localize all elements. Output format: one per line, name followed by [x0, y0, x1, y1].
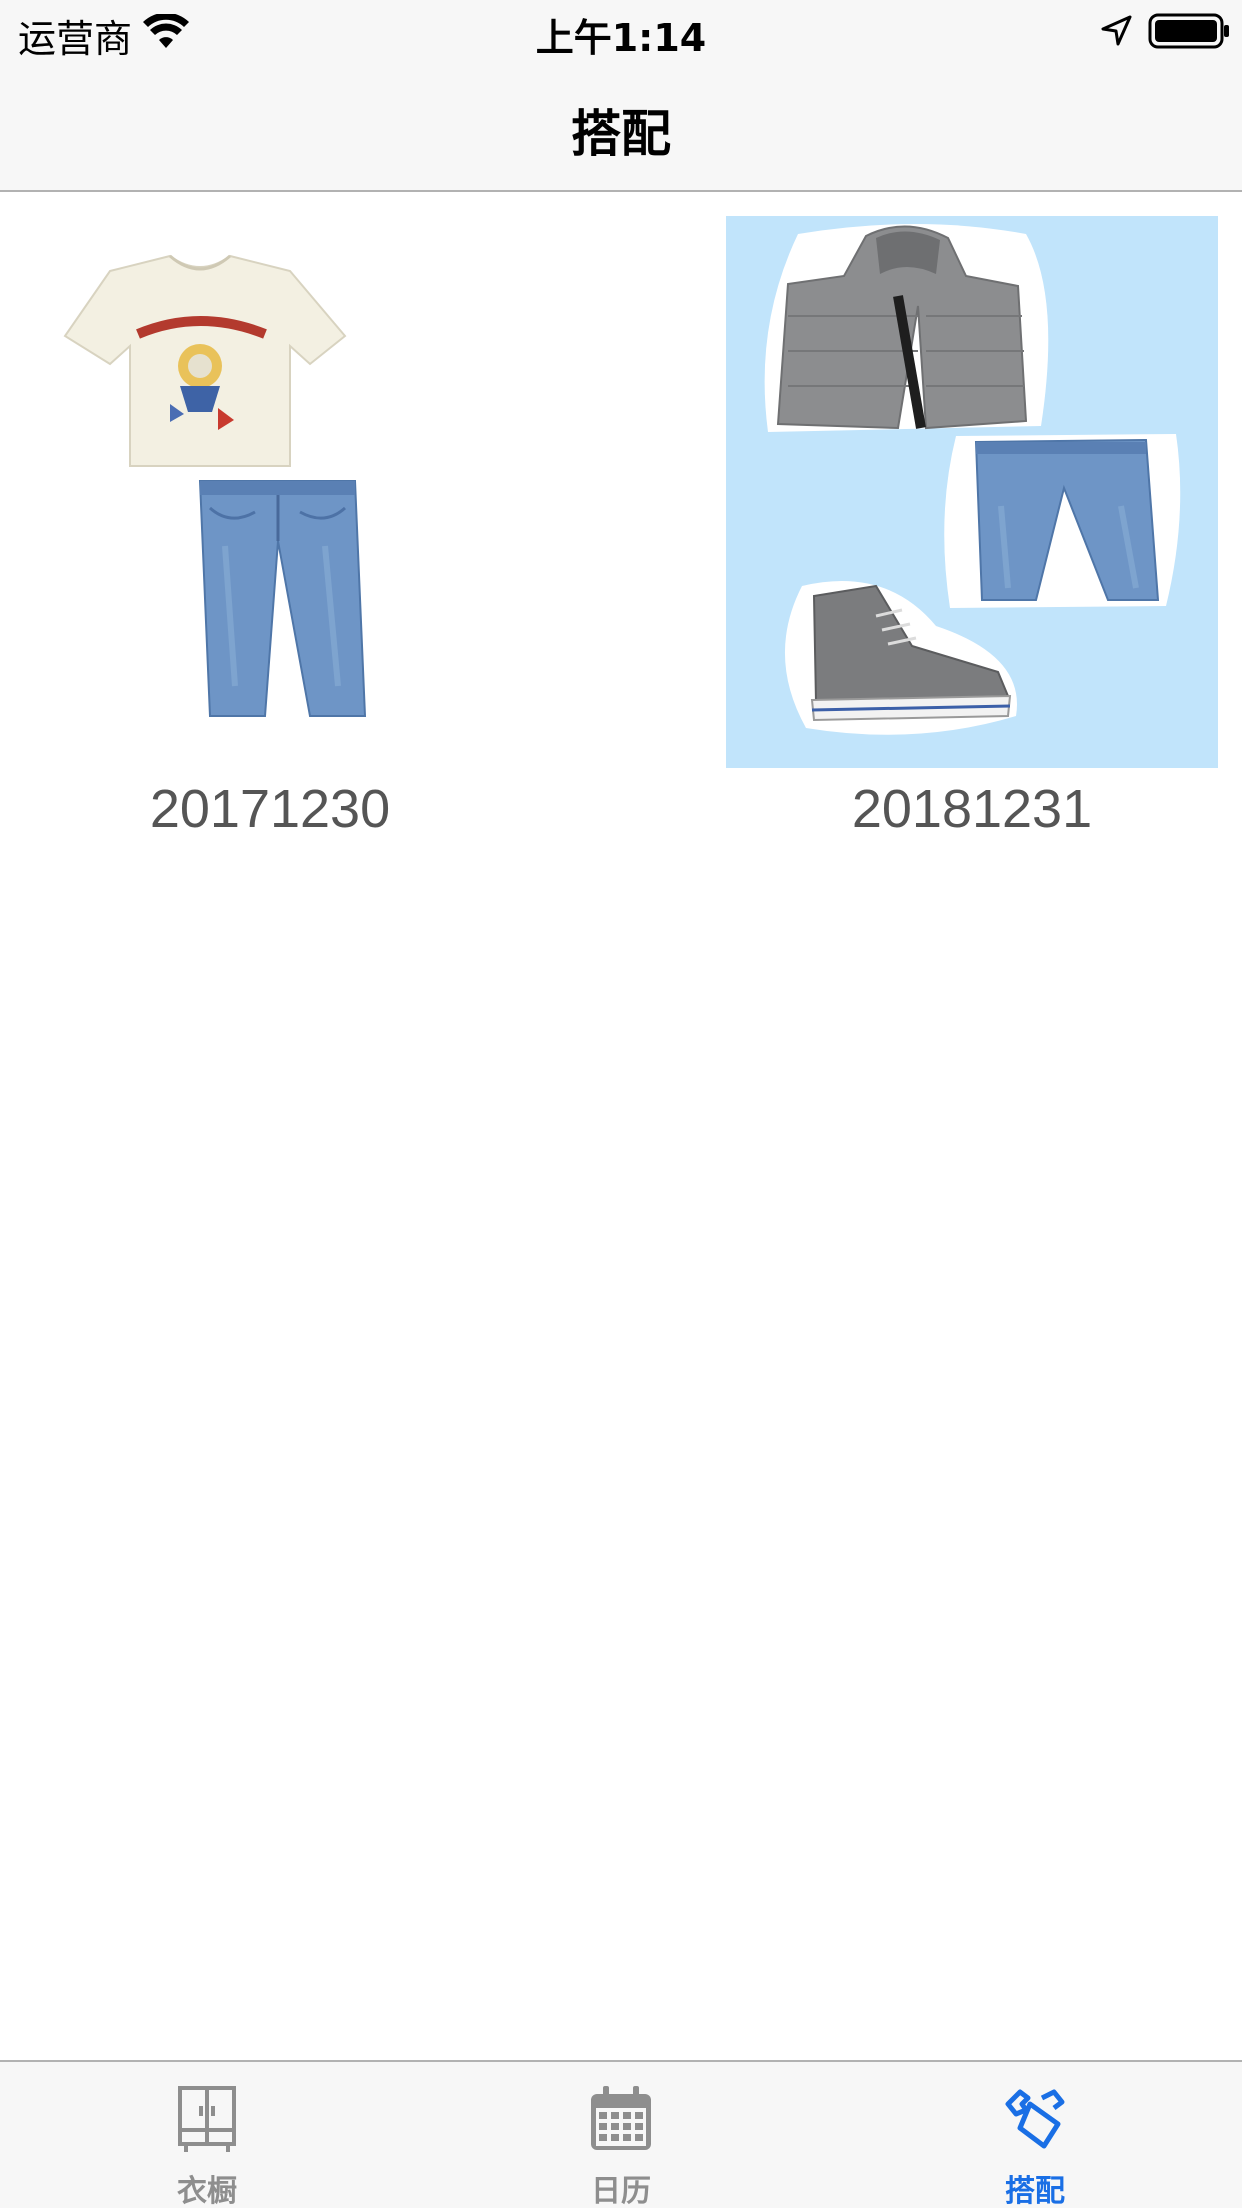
- page-title: 搭配: [571, 105, 671, 163]
- location-arrow-icon: [1101, 15, 1132, 46]
- wardrobe-icon: [178, 2086, 236, 2152]
- tab-outfit[interactable]: 搭配: [828, 2062, 1242, 2208]
- outfit-card-20181231[interactable]: 20181231: [702, 192, 1242, 852]
- tab-bar: 衣橱 日历 搭配: [0, 2060, 1242, 2208]
- jeans-image: [944, 434, 1181, 608]
- status-time: 上午1:14: [535, 16, 707, 60]
- tab-label: 搭配: [1005, 2174, 1065, 2208]
- outfit-card-20171230[interactable]: 20171230: [0, 192, 540, 852]
- status-bar: 运营商 上午1:14: [0, 0, 1242, 62]
- outfit-icon: [1005, 2089, 1065, 2149]
- outfit-thumbnail[interactable]: [20, 216, 500, 756]
- battery-icon: [1148, 13, 1229, 49]
- outfit-date-label: 20181231: [851, 779, 1093, 839]
- tab-wardrobe[interactable]: 衣橱: [0, 2062, 414, 2208]
- puffer-jacket-image: [764, 224, 1049, 432]
- outfit-collage: [764, 224, 1181, 735]
- calendar-icon: [591, 2086, 651, 2150]
- tab-calendar[interactable]: 日历: [414, 2062, 828, 2208]
- navigation-bar: 搭配: [0, 62, 1242, 192]
- tab-label: 衣橱: [177, 2174, 237, 2208]
- t-shirt-image: [63, 254, 347, 467]
- tab-label: 日历: [591, 2174, 651, 2208]
- outfit-thumbnail[interactable]: [726, 216, 1218, 768]
- jeans-image: [198, 480, 367, 717]
- outfit-date-label: 20171230: [149, 779, 391, 839]
- outfit-collage: [63, 254, 367, 717]
